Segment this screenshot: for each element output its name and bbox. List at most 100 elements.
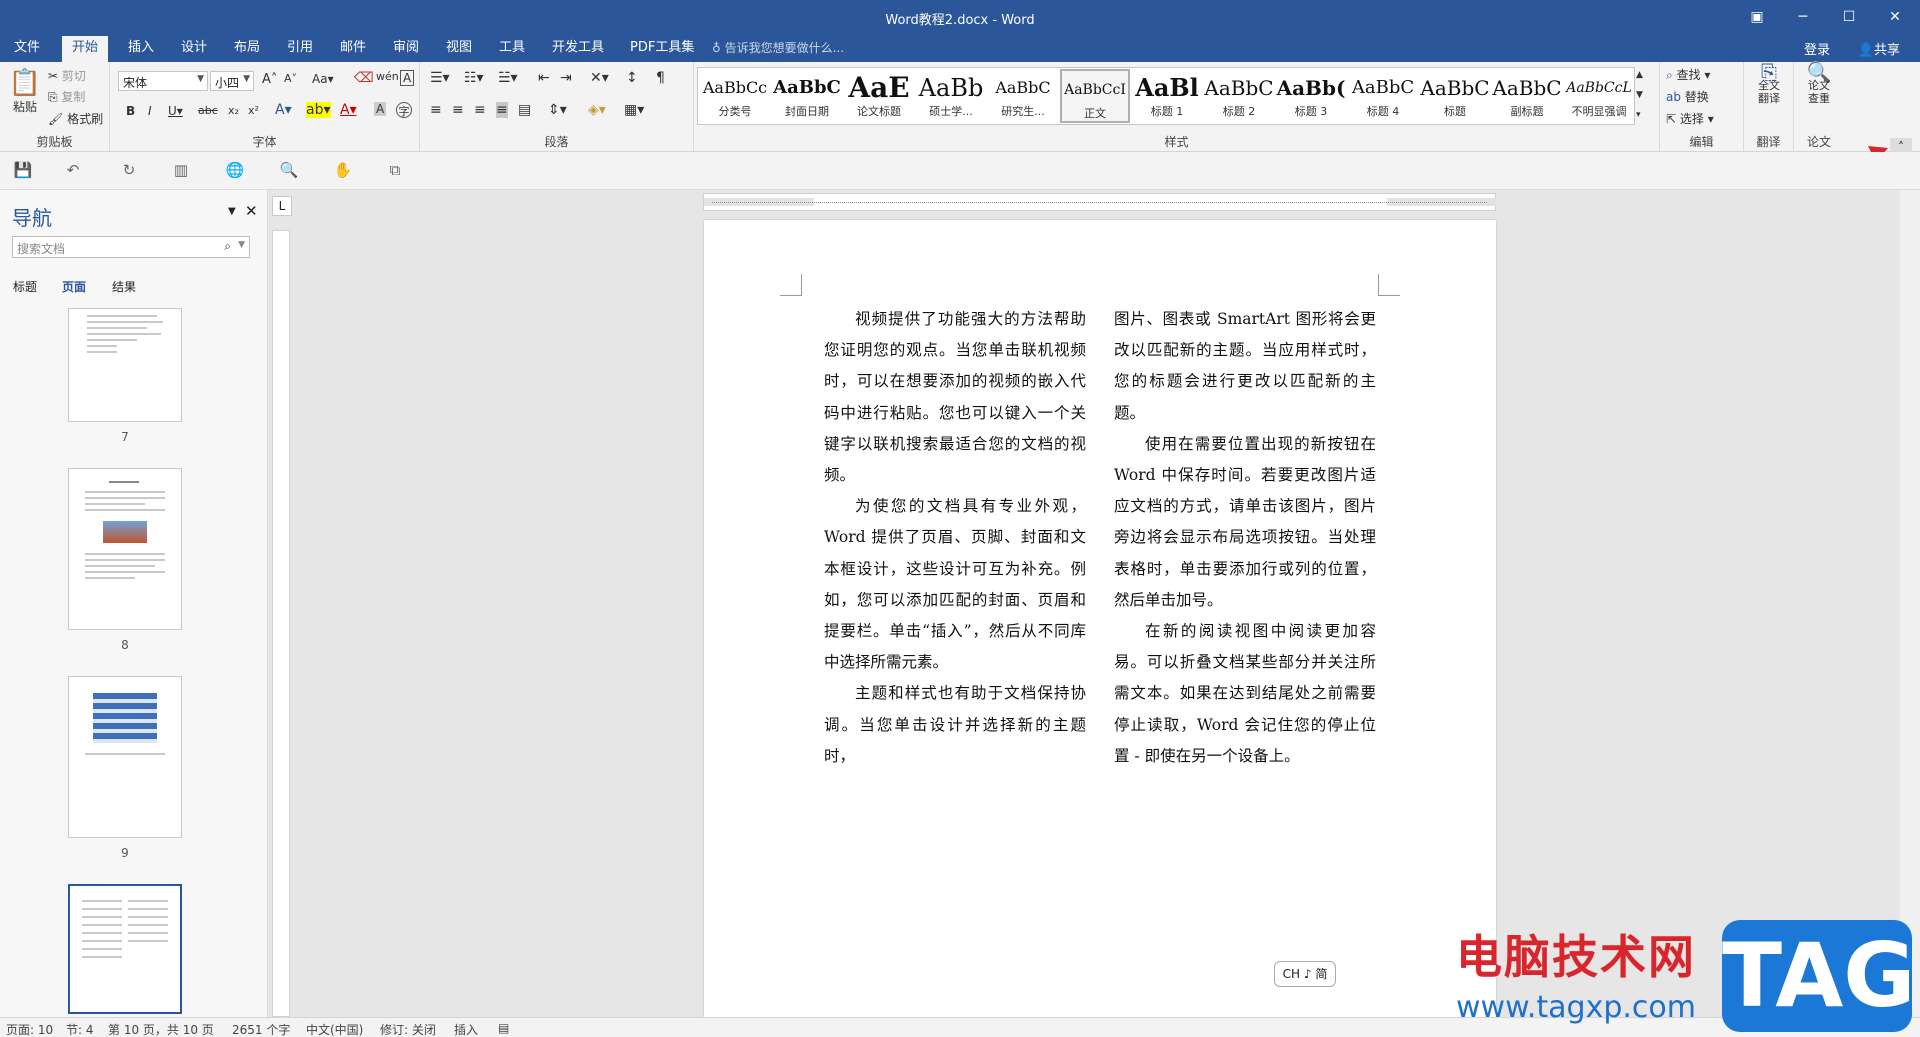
underline-button[interactable]: U▾ bbox=[168, 104, 183, 118]
align-center-icon[interactable]: ≡ bbox=[452, 102, 464, 118]
web-layout-icon[interactable]: 🌐 bbox=[224, 161, 246, 181]
text-effects-icon[interactable]: A▾ bbox=[275, 102, 292, 118]
tab-tools[interactable]: 工具 bbox=[489, 36, 535, 62]
style-item[interactable]: AaBbC 研究生... bbox=[988, 69, 1058, 123]
status-page-of[interactable]: 第 10 页，共 10 页 bbox=[108, 1021, 214, 1037]
page-thumbnail-8[interactable] bbox=[68, 468, 182, 630]
status-insert-mode[interactable]: 插入 bbox=[454, 1021, 478, 1037]
phonetic-guide-icon[interactable]: wén bbox=[376, 70, 399, 83]
styles-scroll-up-icon[interactable]: ▲ bbox=[1636, 70, 1643, 80]
macro-icon[interactable]: ▤ bbox=[498, 1021, 509, 1035]
tab-layout[interactable]: 布局 bbox=[224, 36, 270, 62]
close-icon[interactable]: ✕ bbox=[245, 202, 258, 220]
select-button[interactable]: ⇱ 选择 ▾ bbox=[1666, 110, 1714, 127]
status-word-count[interactable]: 2651 个字 bbox=[232, 1021, 290, 1037]
tab-view[interactable]: 视图 bbox=[436, 36, 482, 62]
nav-tab-headings[interactable]: 标题 bbox=[13, 278, 37, 295]
line-spacing-icon[interactable]: ⇕▾ bbox=[548, 102, 567, 118]
tab-review[interactable]: 审阅 bbox=[383, 36, 429, 62]
shrink-font-button[interactable]: A˅ bbox=[284, 72, 297, 85]
multilevel-list-icon[interactable]: ☱▾ bbox=[498, 70, 518, 86]
decrease-indent-icon[interactable]: ⇤ bbox=[538, 70, 550, 86]
font-name-combo[interactable]: 宋体 ▼ bbox=[118, 71, 208, 91]
align-right-icon[interactable]: ≡ bbox=[474, 102, 486, 118]
bullets-icon[interactable]: ☰▾ bbox=[430, 70, 450, 86]
tell-me-box[interactable]: ♁ 告诉我您想要做什么... bbox=[712, 39, 844, 56]
columns-icon[interactable]: ▥ bbox=[170, 161, 192, 181]
style-item[interactable]: AaBb 硕士学... bbox=[916, 69, 986, 123]
distributed-icon[interactable]: ▤ bbox=[518, 102, 531, 118]
copy-button[interactable]: ⎘ 复制 bbox=[48, 88, 85, 105]
italic-button[interactable]: I bbox=[148, 104, 152, 118]
character-shading-icon[interactable]: A bbox=[374, 102, 387, 116]
find-button[interactable]: ⌕ 查找 ▾ bbox=[1666, 66, 1710, 83]
change-case-button[interactable]: Aa▾ bbox=[312, 72, 334, 86]
maximize-button[interactable]: ☐ bbox=[1826, 4, 1872, 30]
undo-icon[interactable]: ↶ bbox=[62, 161, 84, 181]
tab-insert[interactable]: 插入 bbox=[118, 36, 164, 62]
status-section[interactable]: 节: 4 bbox=[66, 1021, 94, 1037]
thesis-check-button[interactable]: 🔍 论文 查重 bbox=[1802, 62, 1836, 105]
page-thumbnail-10[interactable] bbox=[68, 884, 182, 1014]
tab-references[interactable]: 引用 bbox=[277, 36, 323, 62]
align-left-icon[interactable]: ≡ bbox=[430, 102, 442, 118]
tab-file[interactable]: 文件 bbox=[4, 36, 50, 62]
tab-selector[interactable]: L bbox=[272, 196, 292, 216]
style-item[interactable]: AaBbCcL 不明显强调 bbox=[1564, 69, 1634, 123]
sort-icon[interactable]: ↕ bbox=[626, 70, 638, 86]
show-marks-icon[interactable]: ¶ bbox=[656, 70, 665, 86]
vertical-scrollbar[interactable] bbox=[1900, 190, 1920, 1017]
page-thumbnail-7[interactable] bbox=[68, 308, 182, 422]
document-page[interactable]: 视频提供了功能强大的方法帮助您证明您的观点。当您单击联机视频时，可以在想要添加的… bbox=[704, 220, 1496, 1017]
status-language[interactable]: 中文(中国) bbox=[306, 1021, 363, 1037]
style-item[interactable]: AaBbC 封面日期 bbox=[772, 69, 842, 123]
chinese-layout-icon[interactable]: ✕▾ bbox=[590, 70, 609, 86]
login-link[interactable]: 登录 bbox=[1804, 39, 1830, 58]
nav-tab-pages[interactable]: 页面 bbox=[62, 278, 86, 295]
font-color-icon[interactable]: A▾ bbox=[340, 102, 357, 118]
style-item[interactable]: AaBbCc 分类号 bbox=[700, 69, 770, 123]
style-item[interactable]: AaBbC 标题 bbox=[1420, 69, 1490, 123]
tab-pdf-tools[interactable]: PDF工具集 bbox=[620, 36, 704, 62]
paste-button[interactable]: 📋 粘贴 bbox=[8, 68, 42, 115]
style-item[interactable]: AaBl 标题 1 bbox=[1132, 69, 1202, 123]
nav-options-icon[interactable]: ▼ bbox=[228, 206, 236, 217]
justify-icon[interactable]: ≡ bbox=[496, 102, 508, 118]
font-size-combo[interactable]: 小四 ▼ bbox=[210, 71, 254, 91]
ribbon-display-options-icon[interactable]: ▣ bbox=[1734, 4, 1780, 30]
status-track-changes[interactable]: 修订: 关闭 bbox=[380, 1021, 436, 1037]
numbering-icon[interactable]: ☷▾ bbox=[464, 70, 484, 86]
style-item[interactable]: AaBbC 副标题 bbox=[1492, 69, 1562, 123]
text-column-1[interactable]: 视频提供了功能强大的方法帮助您证明您的观点。当您单击联机视频时，可以在想要添加的… bbox=[824, 304, 1086, 772]
nav-search-input[interactable]: 搜索文档 ⌕ ▼ bbox=[12, 236, 250, 258]
styles-more-icon[interactable]: ▾ bbox=[1636, 110, 1641, 120]
print-preview-icon[interactable]: 🔍 bbox=[278, 161, 300, 181]
borders-icon[interactable]: ▦▾ bbox=[624, 102, 644, 118]
grow-font-button[interactable]: A˄ bbox=[262, 72, 277, 87]
close-button[interactable]: ✕ bbox=[1872, 4, 1918, 30]
format-painter-button[interactable]: 🖌 格式刷 bbox=[48, 110, 103, 127]
cut-button[interactable]: ✂ 剪切 bbox=[48, 67, 86, 84]
increase-indent-icon[interactable]: ⇥ bbox=[560, 70, 572, 86]
customize-qat-icon[interactable]: ⧉ bbox=[384, 161, 406, 181]
share-button[interactable]: 👤共享 bbox=[1858, 39, 1900, 58]
style-item[interactable]: AaBb(标题 3 bbox=[1276, 69, 1346, 123]
page-thumbnail-9[interactable] bbox=[68, 676, 182, 838]
style-item[interactable]: AaBbC 标题 4 bbox=[1348, 69, 1418, 123]
style-item-selected[interactable]: AaBbCcI 正文 bbox=[1060, 69, 1130, 123]
style-item[interactable]: AaBbC 标题 2 bbox=[1204, 69, 1274, 123]
save-icon[interactable]: 💾 bbox=[12, 161, 34, 181]
status-page[interactable]: 页面: 10 bbox=[6, 1021, 53, 1037]
tab-developer[interactable]: 开发工具 bbox=[542, 36, 614, 62]
styles-scroll-down-icon[interactable]: ▼ bbox=[1636, 90, 1643, 100]
nav-tab-results[interactable]: 结果 bbox=[112, 278, 136, 295]
enclose-characters-icon[interactable]: 字 bbox=[396, 102, 412, 118]
clear-formatting-icon[interactable]: ⌫ bbox=[354, 70, 374, 86]
tab-mailings[interactable]: 邮件 bbox=[330, 36, 376, 62]
ime-indicator[interactable]: CH ♪ 简 bbox=[1274, 961, 1336, 987]
redo-icon[interactable]: ↻ bbox=[118, 161, 140, 181]
touch-mode-icon[interactable]: ✋ bbox=[332, 161, 354, 181]
subscript-button[interactable]: x₂ bbox=[228, 104, 239, 117]
full-translate-button[interactable]: ⎘ 全文 翻译 bbox=[1752, 62, 1786, 105]
character-border-icon[interactable]: A bbox=[400, 70, 415, 86]
